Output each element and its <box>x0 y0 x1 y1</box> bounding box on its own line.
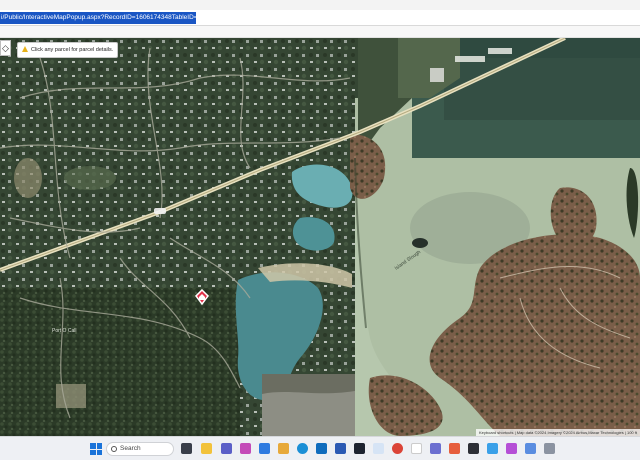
app-icon[interactable] <box>373 443 384 454</box>
windows-taskbar: Search <box>0 436 640 460</box>
file-explorer-icon[interactable] <box>201 443 212 454</box>
screen: i/Public/InteractiveMapPopup.aspx?Record… <box>0 0 640 460</box>
parcel-hint-tooltip: Click any parcel for parcel details. <box>17 42 118 58</box>
app-icon-3[interactable] <box>487 443 498 454</box>
highway-shield <box>154 208 166 214</box>
outlook-icon[interactable] <box>316 443 327 454</box>
teams-icon[interactable] <box>221 443 232 454</box>
word-icon[interactable] <box>335 443 346 454</box>
folder-icon[interactable] <box>278 443 289 454</box>
chrome-icon[interactable] <box>392 443 403 454</box>
store-icon[interactable] <box>259 443 270 454</box>
map-attribution[interactable]: Keyboard shortcuts | Map data ©2024 Imag… <box>476 429 640 436</box>
warning-icon <box>22 46 28 52</box>
map-imagery: Port O Call Island Slough <box>0 38 640 436</box>
photos-icon[interactable] <box>506 443 517 454</box>
taskbar-search-label: Search <box>120 445 141 452</box>
taskbar-search[interactable]: Search <box>106 442 174 456</box>
edge-icon[interactable] <box>297 443 308 454</box>
place-label-port-o-call: Port O Call <box>52 328 76 334</box>
browser-top-strip <box>0 0 640 10</box>
search-icon <box>111 446 117 452</box>
paint-icon[interactable] <box>449 443 460 454</box>
widgets-icon[interactable] <box>181 443 192 454</box>
copilot-icon[interactable] <box>240 443 251 454</box>
app-icon-2[interactable] <box>468 443 479 454</box>
page-toolbar-strip <box>0 26 640 38</box>
satellite-map[interactable]: Port O Call Island Slough <box>0 38 640 436</box>
settings-icon[interactable] <box>544 443 555 454</box>
address-bar[interactable]: i/Public/InteractiveMapPopup.aspx?Record… <box>0 10 640 26</box>
phone-icon[interactable] <box>525 443 536 454</box>
calendar-icon[interactable] <box>430 443 441 454</box>
mail-icon[interactable] <box>411 443 422 454</box>
parcel-hint-text: Click any parcel for parcel details. <box>31 47 114 53</box>
url-text-selected[interactable]: i/Public/InteractiveMapPopup.aspx?Record… <box>0 12 196 24</box>
map-control-button[interactable]: ◇ <box>0 40 11 56</box>
start-button-windows-icon[interactable] <box>90 443 102 455</box>
parcel-marker-icon[interactable] <box>194 289 210 305</box>
l-app-icon[interactable] <box>354 443 365 454</box>
